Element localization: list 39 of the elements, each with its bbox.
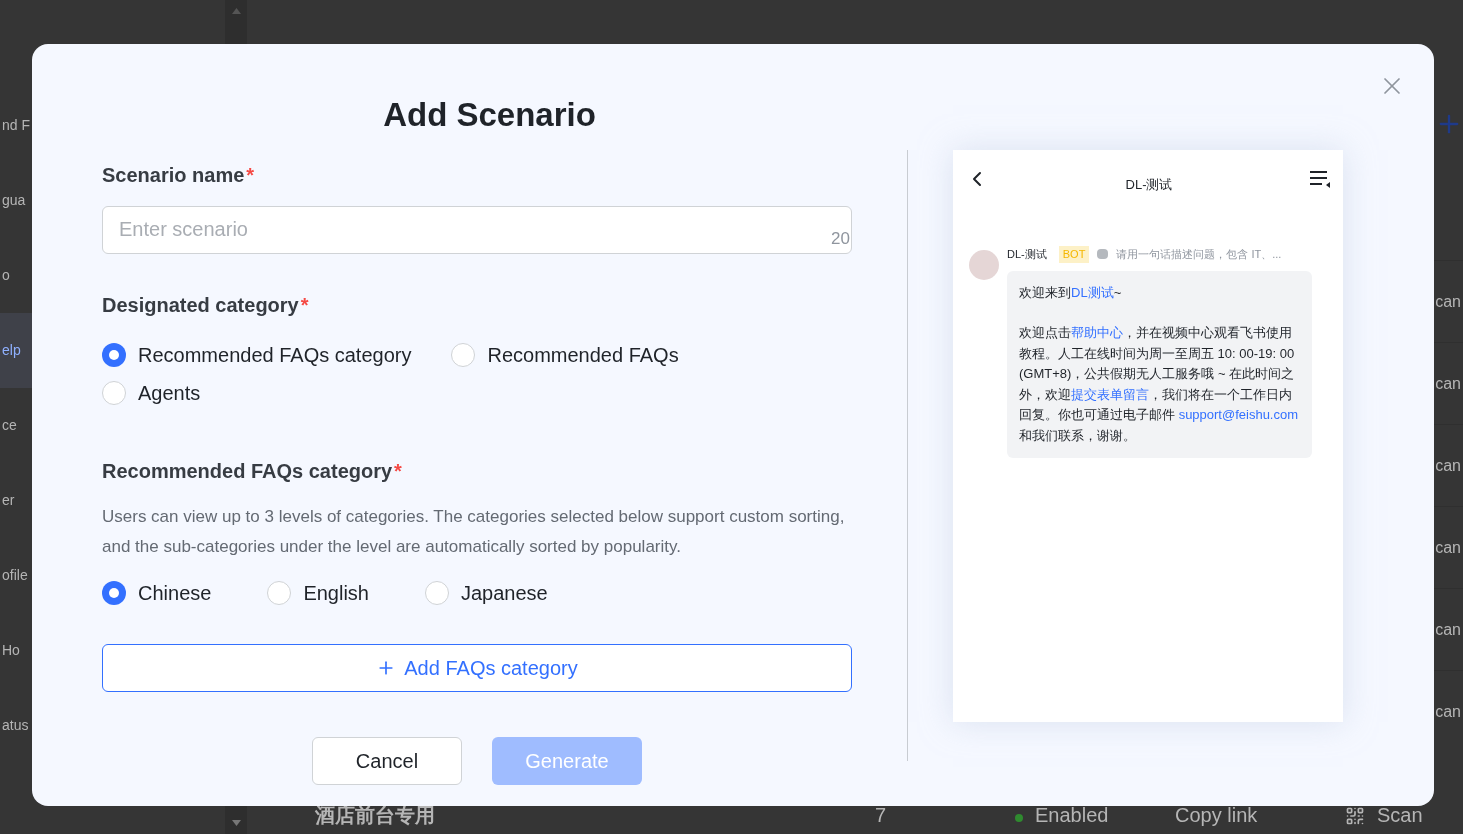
chat-title: DL-测试 (1125, 176, 1173, 195)
radio-option[interactable]: Japanese (425, 577, 548, 608)
radio-option[interactable]: English (267, 577, 369, 608)
message-text: 欢迎点击帮助中心，并在视频中心观看飞书使用教程。人工在线时间为周一至周五 10: 00-19: 00 (GMT+8)，公共假期无人工服务哦 ~ 在此时间之外，欢迎提交表单留言，我们将在一个工作日内回复。你也可通过电子邮件 support@feishu.com 和我们联系，谢谢。 (1019, 324, 1300, 445)
row-name: 酒店前台专用 (315, 803, 436, 828)
message-link[interactable]: support@feishu.com (1178, 407, 1299, 422)
radio-option[interactable]: Agents (102, 377, 201, 408)
radio-option[interactable]: Recommended FAQs (451, 339, 679, 370)
scan-link[interactable]: can (1435, 289, 1463, 314)
scan-link[interactable]: can (1435, 371, 1463, 396)
summary-text: 请用一句话描述问题，包含 IT、... (1116, 247, 1282, 262)
add-category-button[interactable]: Add FAQs category (102, 643, 852, 692)
message-link[interactable]: 帮助中心 (1071, 325, 1123, 340)
menu-icon[interactable] (1309, 170, 1331, 188)
scan-link[interactable]: can (1435, 453, 1463, 478)
bot-name: DL-测试 (1007, 247, 1047, 262)
chat-bubble-icon (1097, 249, 1109, 260)
cancel-button[interactable]: Cancel (312, 736, 462, 785)
message-link[interactable]: 提交表单留言 (1071, 386, 1149, 402)
bot-badge: BOT (1058, 246, 1090, 263)
char-counter: 20 (831, 228, 850, 250)
avatar (969, 250, 999, 280)
dialog-title: Add Scenario (382, 95, 597, 135)
description-text: Users can view up to 3 levels of categories. The categories selected below support custom sorting, and the sub-categories under the level are automatically sorted by popularity. (102, 505, 846, 558)
row-count: 7 (875, 803, 888, 828)
scan-link[interactable]: can (1435, 535, 1463, 560)
field-label: Recommended FAQs category* (102, 458, 403, 484)
message-link[interactable]: DL测试 (1071, 284, 1114, 300)
scroll-down-icon[interactable] (231, 820, 241, 826)
scan-link[interactable]: can (1435, 699, 1463, 724)
status-text: Enabled (1035, 803, 1110, 828)
scan-link[interactable]: can (1435, 617, 1463, 642)
scroll-up-icon[interactable] (231, 8, 241, 14)
message-text: 欢迎来到DL测试~ (1019, 283, 1123, 302)
radio-option[interactable]: Recommended FAQs category (102, 339, 412, 370)
field-label: Designated category* (102, 292, 310, 318)
radio-option[interactable]: Chinese (102, 577, 212, 608)
field-label: Scenario name* (102, 162, 256, 188)
qr-code-icon[interactable] (1345, 806, 1365, 826)
